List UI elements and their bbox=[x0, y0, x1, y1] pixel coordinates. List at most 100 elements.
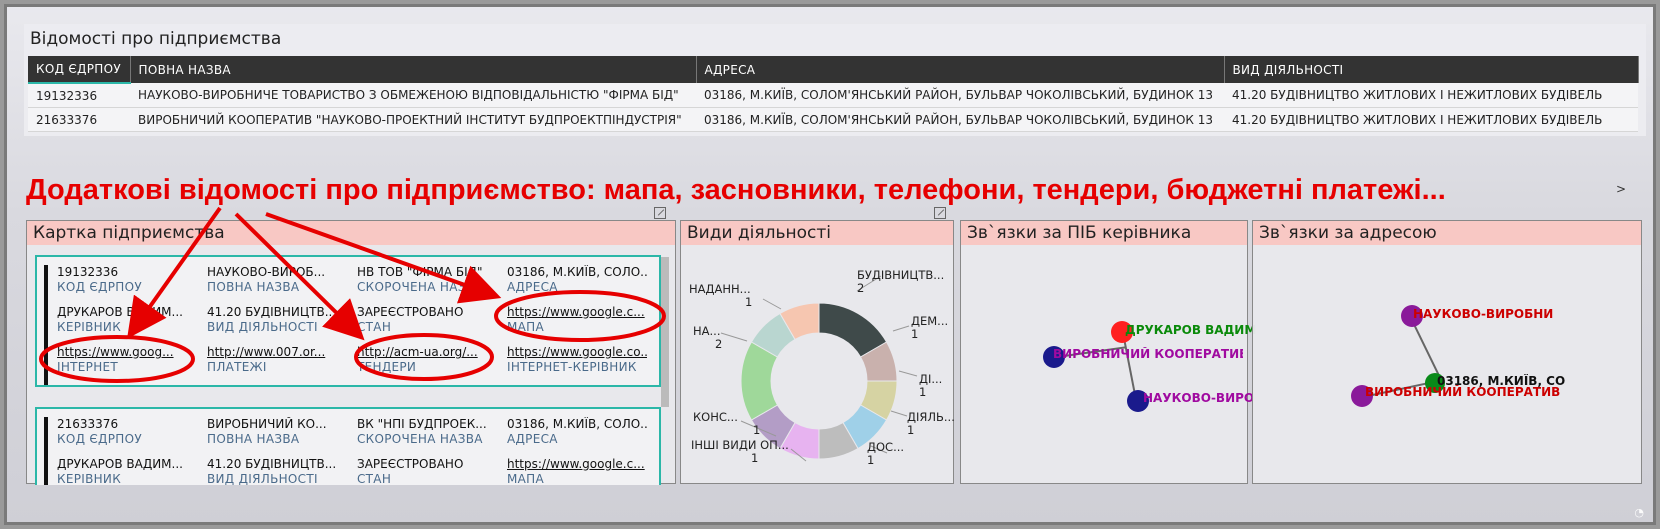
card-field-value: ДРУКАРОВ ВАДИМ... bbox=[57, 457, 183, 471]
cell-activity: 41.20 БУДІВНИЦТВО ЖИТЛОВИХ І НЕЖИТЛОВИХ … bbox=[1224, 83, 1638, 108]
card-field: ВК "НПІ БУДПРОЕК... СКОРОЧЕНА НАЗВА bbox=[357, 417, 497, 447]
card-field-value: НАУКОВО-ВИРОБ... bbox=[207, 265, 326, 279]
card-field-label: АДРЕСА bbox=[507, 432, 558, 446]
card-field-label: ІНТЕРНЕТ-КЕРІВНИК bbox=[507, 360, 637, 374]
donut-label-count: 1 bbox=[907, 423, 915, 437]
card-field[interactable]: http://acm-ua.org/... ТЕНДЕРИ bbox=[357, 345, 497, 375]
card-field-link[interactable]: https://www.google.c... bbox=[507, 457, 647, 472]
donut-label-name: НАДАНН... bbox=[689, 282, 751, 296]
card-field-value: 21633376 bbox=[57, 417, 119, 431]
donut-label-name: ІНШІ ВИДИ ОП... bbox=[691, 438, 789, 452]
donut-label: ДЕМ... 1 bbox=[911, 315, 948, 341]
card-field-value: ДРУКАРОВ ВАДИМ... bbox=[57, 305, 183, 319]
donut-label: ДІЯЛЬ... 1 bbox=[907, 411, 955, 437]
card-field: ЗАРЕЄСТРОВАНО СТАН bbox=[357, 457, 497, 487]
donut-leader-line bbox=[720, 332, 748, 342]
card-field: 21633376 КОД ЄДРПОУ bbox=[57, 417, 197, 447]
card-field: 03186, М.КИЇВ, СОЛО... АДРЕСА bbox=[507, 265, 647, 295]
vertical-scrollbar[interactable] bbox=[661, 257, 669, 407]
card-field-label: КОД ЄДРПОУ bbox=[57, 432, 142, 446]
card-field[interactable]: https://www.goog... ІНТЕРНЕТ bbox=[57, 345, 197, 375]
cell-code: 19132336 bbox=[28, 83, 130, 108]
card-field-link[interactable]: http://www.007.or... bbox=[207, 345, 347, 360]
card-field-value: 41.20 БУДІВНИЦТВ... bbox=[207, 457, 337, 471]
donut-label-count: 2 bbox=[857, 281, 865, 295]
cell-name: НАУКОВО-ВИРОБНИЧЕ ТОВАРИСТВО З ОБМЕЖЕНОЮ… bbox=[130, 83, 696, 108]
card-field-label: СТАН bbox=[357, 320, 392, 334]
donut-label-name: ДІЯЛЬ... bbox=[907, 410, 955, 424]
activities-panel: Види діяльності БУДІВНИЦТВ... 2 ДЕМ... 1 ДІ.… bbox=[680, 220, 955, 484]
card-accent-bar bbox=[44, 265, 48, 385]
donut-label-name: БУДІВНИЦТВ... bbox=[857, 268, 945, 282]
card-field-label: КЕРІВНИК bbox=[57, 472, 122, 486]
donut-leader-line bbox=[762, 298, 782, 310]
card-field: 41.20 БУДІВНИЦТВ... ВИД ДІЯЛЬНОСТІ bbox=[207, 457, 347, 487]
enterprises-table: КОД ЄДРПОУ ПОВНА НАЗВА АДРЕСА ВИД ДІЯЛЬН… bbox=[28, 56, 1639, 132]
table-header-row: КОД ЄДРПОУ ПОВНА НАЗВА АДРЕСА ВИД ДІЯЛЬН… bbox=[28, 56, 1639, 84]
card-field[interactable]: https://www.google.co... ІНТЕРНЕТ-КЕРІВНИ… bbox=[507, 345, 647, 375]
graph-node-label: ВИРОБНИЧИЙ КООПЕРАТИВ bbox=[1365, 385, 1561, 399]
card-field-value: ВИРОБНИЧИЙ КО... bbox=[207, 417, 327, 431]
donut-label-count: 1 bbox=[867, 453, 875, 467]
annotation-text: Додаткові відомості про підприємство: ма… bbox=[26, 174, 1446, 206]
card-field[interactable]: https://www.google.c... МАПА bbox=[507, 305, 647, 335]
card-field: 41.20 БУДІВНИЦТВ... ВИД ДІЯЛЬНОСТІ bbox=[207, 305, 347, 335]
card-field: 03186, М.КИЇВ, СОЛО... АДРЕСА bbox=[507, 417, 647, 447]
enterprises-table-panel: Відомості про підприємства КОД ЄДРПОУ ПО… bbox=[24, 24, 1646, 136]
donut-label-count: 1 bbox=[753, 423, 761, 437]
card-field-value: 03186, М.КИЇВ, СОЛО... bbox=[507, 265, 647, 279]
donut-label-name: КОНС... bbox=[693, 410, 738, 424]
graph-node-label: ДРУКАРОВ ВАДИМ bbox=[1125, 323, 1257, 337]
card-field-link[interactable]: https://www.google.co... bbox=[507, 345, 647, 360]
donut-label-count: 1 bbox=[751, 451, 759, 465]
card-field-label: МАПА bbox=[507, 320, 544, 334]
expand-icon[interactable] bbox=[934, 207, 946, 219]
card-field: 19132336 КОД ЄДРПОУ bbox=[57, 265, 197, 295]
card-field[interactable]: http://www.007.or... ПЛАТЕЖІ bbox=[207, 345, 347, 375]
donut-leader-line bbox=[892, 325, 910, 332]
card-field-label: ПЛАТЕЖІ bbox=[207, 360, 267, 374]
card-field[interactable]: https://www.google.c... МАПА bbox=[507, 457, 647, 487]
card-field: НАУКОВО-ВИРОБ... ПОВНА НАЗВА bbox=[207, 265, 347, 295]
card-field-value: 41.20 БУДІВНИЦТВ... bbox=[207, 305, 337, 319]
expand-icon[interactable] bbox=[654, 207, 666, 219]
director-links-panel: Зв`язки за ПІБ керівника ДРУКАРОВ ВАДИМ … bbox=[960, 220, 1256, 484]
card-field-value: 19132336 bbox=[57, 265, 119, 279]
card-field-value: 03186, М.КИЇВ, СОЛО... bbox=[507, 417, 647, 431]
graph-node-label: НАУКОВО-ВИРО bbox=[1143, 391, 1255, 405]
card-field-label: СКОРОЧЕНА НАЗВА bbox=[357, 280, 483, 294]
enterprise-card[interactable]: 21633376 КОД ЄДРПОУ ВИРОБНИЧИЙ КО... ПОВНА … bbox=[35, 407, 661, 487]
card-field-value: ЗАРЕЄСТРОВАНО bbox=[357, 457, 464, 471]
column-header-activity[interactable]: ВИД ДІЯЛЬНОСТІ bbox=[1224, 56, 1639, 83]
card-field: ДРУКАРОВ ВАДИМ... КЕРІВНИК bbox=[57, 305, 197, 335]
donut-label: НА... 2 bbox=[693, 325, 722, 351]
donut-label-count: 1 bbox=[911, 327, 919, 341]
donut-label: ДІ... 1 bbox=[919, 373, 942, 399]
card-field-link[interactable]: https://www.goog... bbox=[57, 345, 197, 360]
column-header-name[interactable]: ПОВНА НАЗВА bbox=[130, 56, 697, 83]
donut-label: БУДІВНИЦТВ... 2 bbox=[857, 269, 944, 295]
donut-label-count: 2 bbox=[715, 337, 723, 351]
scroll-right-icon[interactable]: > bbox=[1616, 182, 1626, 196]
card-field-link[interactable]: https://www.google.c... bbox=[507, 305, 647, 320]
donut-label: ІНШІ ВИДИ ОП... 1 bbox=[691, 439, 789, 465]
graph-node-label: ВИРОБНИЧИЙ КООПЕРАТИВ ' bbox=[1053, 347, 1243, 361]
card-field-label: ПОВНА НАЗВА bbox=[207, 432, 300, 446]
card-field-label: КЕРІВНИК bbox=[57, 320, 122, 334]
column-header-code[interactable]: КОД ЄДРПОУ bbox=[28, 56, 131, 84]
column-header-address[interactable]: АДРЕСА bbox=[696, 56, 1225, 83]
card-field: ВИРОБНИЧИЙ КО... ПОВНА НАЗВА bbox=[207, 417, 347, 447]
card-field-value: ВК "НПІ БУДПРОЕК... bbox=[357, 417, 487, 431]
table-row[interactable]: 21633376 ВИРОБНИЧИЙ КООПЕРАТИВ "НАУКОВО-… bbox=[28, 107, 1638, 132]
screenshot-frame: Відомості про підприємства КОД ЄДРПОУ ПО… bbox=[4, 4, 1656, 525]
card-field-label: КОД ЄДРПОУ bbox=[57, 280, 142, 294]
card-field-label: ІНТЕРНЕТ bbox=[57, 360, 119, 374]
panel-title: Зв`язки за ПІБ керівника bbox=[961, 221, 1247, 245]
card-field-link[interactable]: http://acm-ua.org/... bbox=[357, 345, 497, 360]
cell-activity: 41.20 БУДІВНИЦТВО ЖИТЛОВИХ І НЕЖИТЛОВИХ … bbox=[1224, 107, 1638, 132]
panel-title: Відомості про підприємства bbox=[30, 29, 282, 49]
enterprise-card[interactable]: 19132336 КОД ЄДРПОУ НАУКОВО-ВИРОБ... ПОВНА … bbox=[35, 255, 661, 387]
donut-leader-line bbox=[898, 370, 918, 377]
card-field-label: СТАН bbox=[357, 472, 392, 486]
table-row[interactable]: 19132336 НАУКОВО-ВИРОБНИЧЕ ТОВАРИСТВО З … bbox=[28, 83, 1638, 108]
